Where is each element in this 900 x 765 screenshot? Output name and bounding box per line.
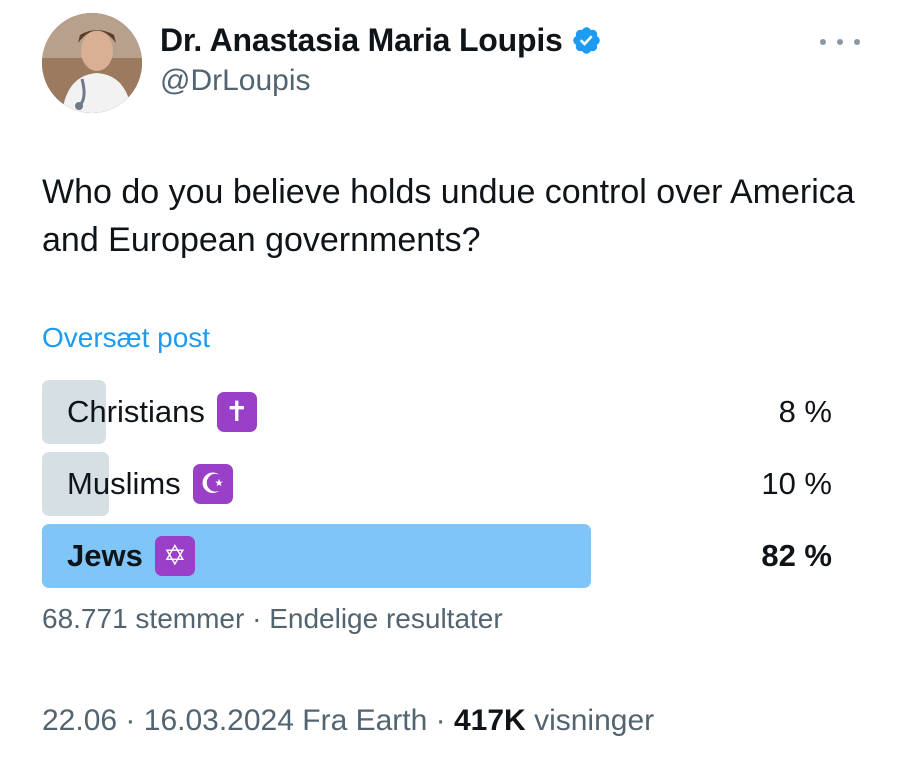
author-display-name[interactable]: Dr. Anastasia Maria Loupis (160, 22, 563, 59)
author-name-row[interactable]: Dr. Anastasia Maria Loupis (160, 22, 602, 59)
author-handle[interactable]: @DrLoupis (160, 64, 311, 98)
star-of-david-icon: ✡ (154, 536, 195, 576)
poll-option-label: Christians ✝ (67, 380, 257, 444)
tweet-meta: 22.06 · 16.03.2024 Fra Earth · 417K visn… (42, 704, 654, 738)
tweet-date[interactable]: 16.03.2024 (144, 704, 294, 737)
views-count[interactable]: 417K (454, 704, 526, 737)
separator: · (252, 603, 262, 634)
poll-option-percent: 10 % (761, 466, 832, 501)
separator: · (435, 704, 446, 737)
poll-option-percent: 8 % (778, 394, 832, 429)
poll-option-label: Jews ✡ (67, 524, 195, 588)
views-label[interactable]: visninger (534, 704, 654, 737)
more-options-button[interactable] (820, 30, 860, 54)
poll-status: Endelige resultater (269, 603, 503, 634)
poll-option-text: Muslims (67, 466, 181, 501)
poll-option-jews: Jews ✡ 82 % (42, 524, 832, 588)
more-dots-icon (854, 39, 860, 45)
poll-option-muslims: Muslims ☪ 10 % (42, 452, 832, 516)
verified-badge-icon[interactable] (571, 25, 602, 56)
more-dots-icon (837, 39, 843, 45)
translate-post-link[interactable]: Oversæt post (42, 322, 210, 354)
poll-option-text: Jews (67, 538, 143, 573)
tweet-text: Who do you believe holds undue control o… (42, 173, 855, 259)
star-and-crescent-icon: ☪ (192, 464, 233, 504)
more-dots-icon (820, 39, 826, 45)
poll: Christians ✝ 8 % Muslims ☪ 10 % Jews ✡ 8… (42, 380, 832, 596)
avatar[interactable] (42, 13, 142, 113)
latin-cross-icon: ✝ (216, 392, 257, 432)
tweet-time[interactable]: 22.06 (42, 704, 117, 737)
poll-footer: 68.771 stemmer · Endelige resultater (42, 603, 503, 635)
tweet-source: Fra Earth (302, 704, 428, 737)
poll-option-percent: 82 % (761, 538, 832, 573)
poll-option-label: Muslims ☪ (67, 452, 233, 516)
avatar-image (42, 13, 142, 113)
separator: · (125, 704, 136, 737)
poll-vote-count: 68.771 stemmer (42, 603, 245, 634)
poll-option-text: Christians (67, 394, 205, 429)
poll-option-christians: Christians ✝ 8 % (42, 380, 832, 444)
